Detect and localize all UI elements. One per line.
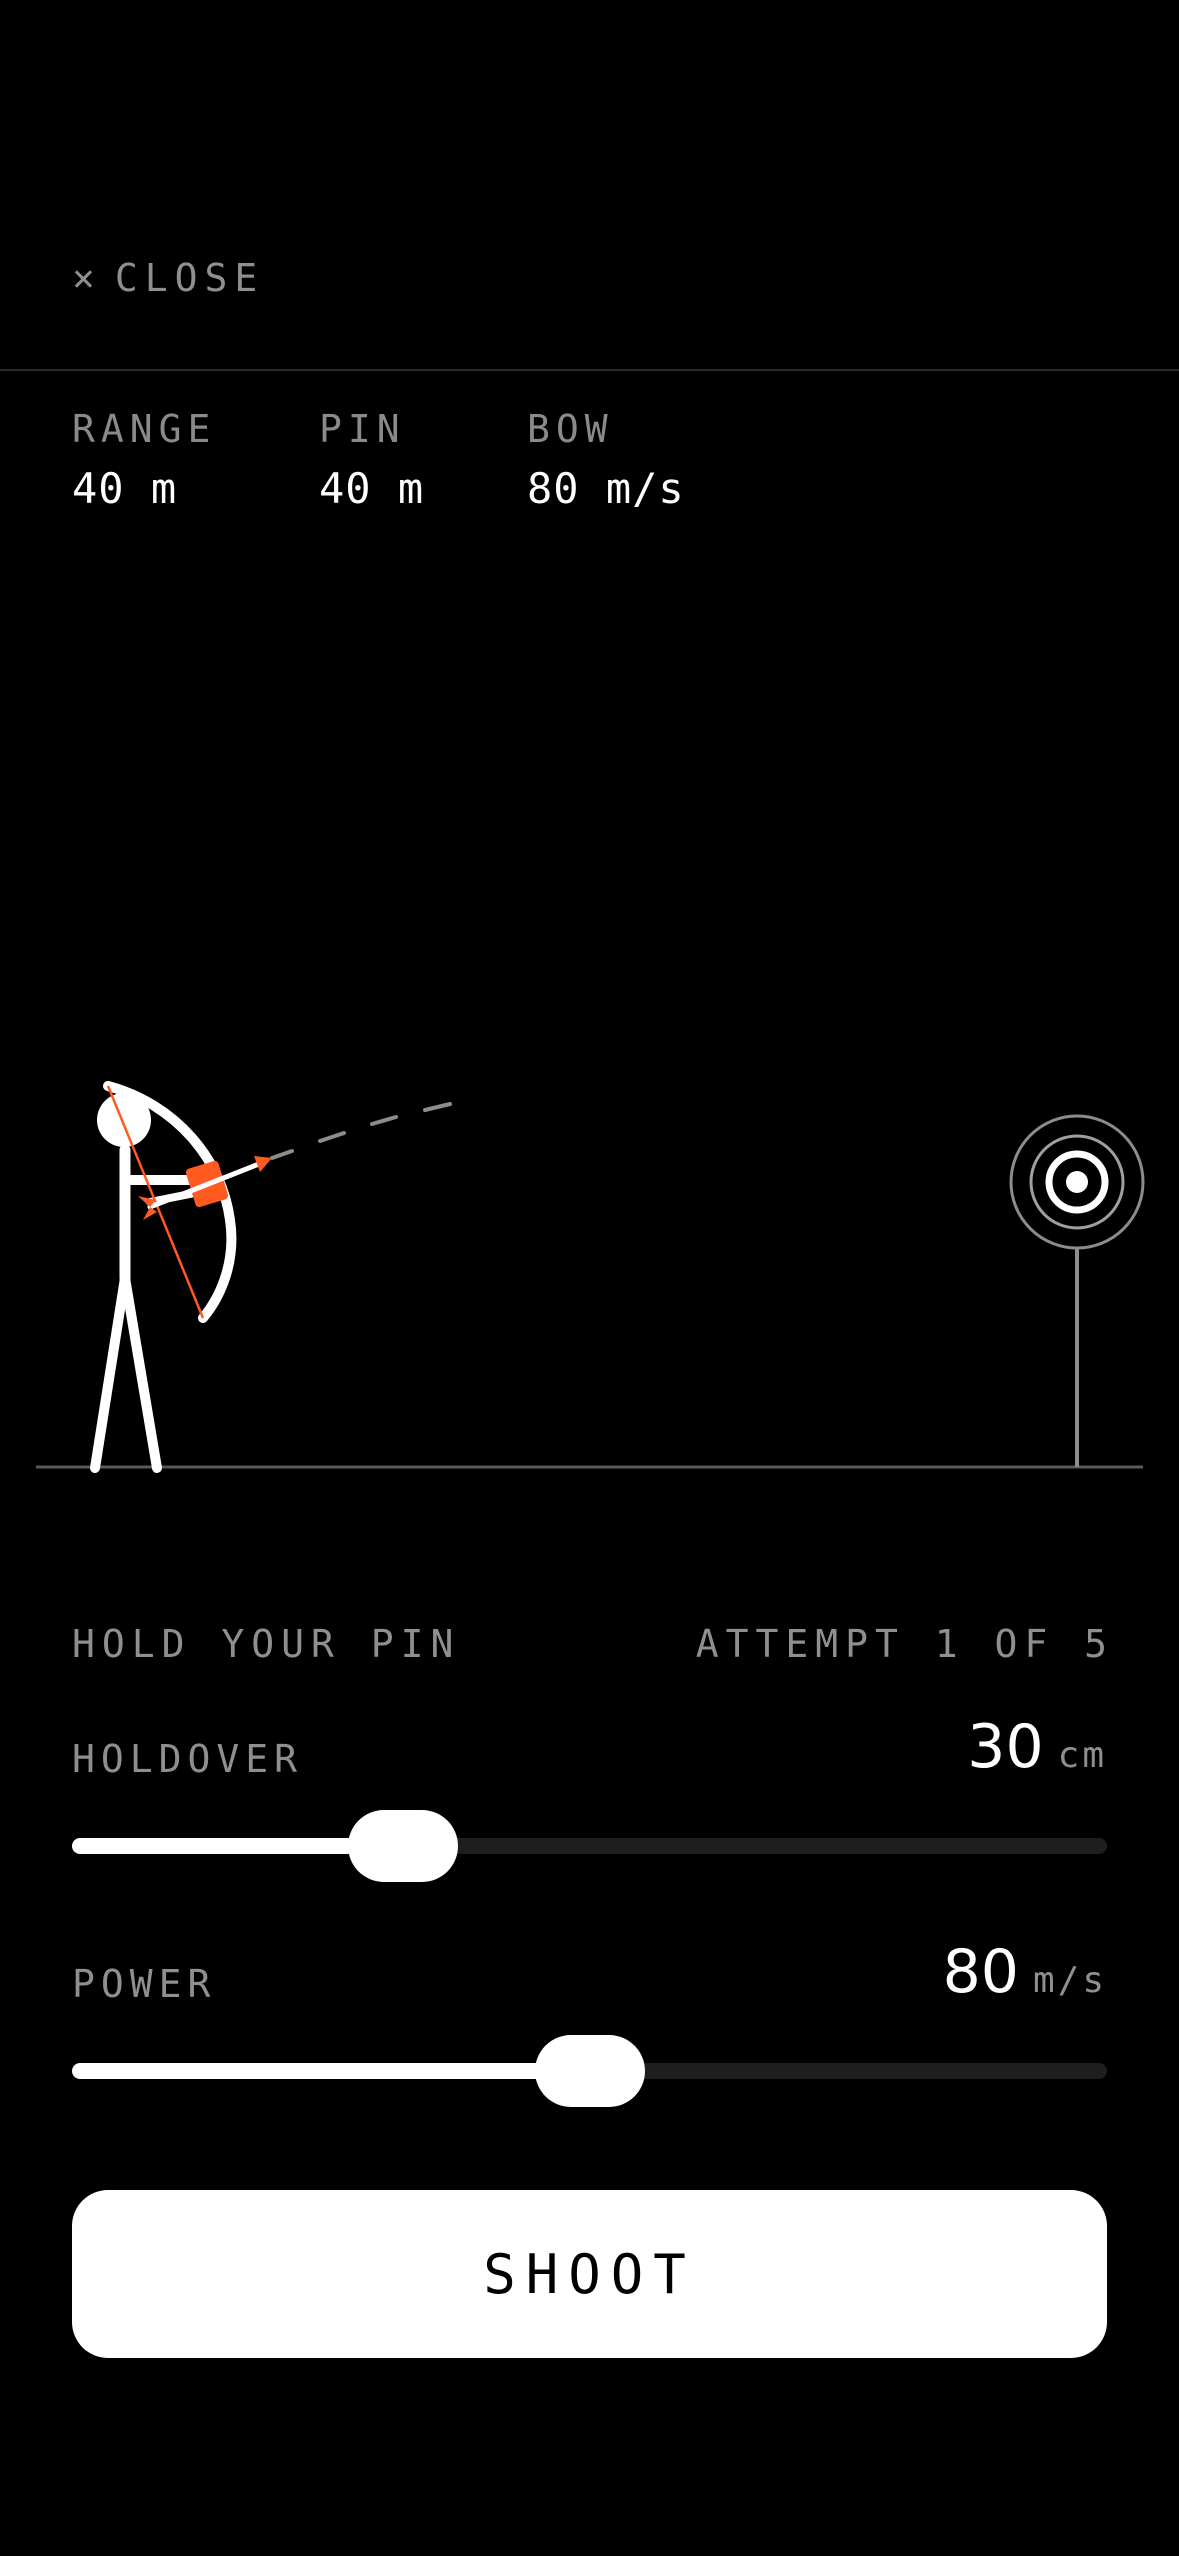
range-value: 40 m bbox=[72, 464, 178, 513]
power-value: 80 bbox=[942, 1937, 1019, 2007]
holdover-readout: 30 cm bbox=[967, 1712, 1107, 1782]
close-button[interactable]: × CLOSE bbox=[72, 250, 264, 306]
holdover-value: 30 bbox=[967, 1712, 1044, 1782]
pin-value: 40 m bbox=[319, 464, 425, 513]
holdover-slider-thumb[interactable] bbox=[348, 1810, 459, 1882]
target-icon bbox=[1009, 1114, 1145, 1467]
power-slider-thumb[interactable] bbox=[534, 2035, 645, 2107]
range-label: RANGE bbox=[72, 407, 217, 451]
close-label: CLOSE bbox=[114, 256, 265, 300]
bow-value: 80 m/s bbox=[527, 464, 685, 513]
bow-stat: BOW 80 m/s bbox=[527, 405, 685, 519]
holdover-slider[interactable] bbox=[72, 1810, 1107, 1882]
power-unit: m/s bbox=[1032, 1960, 1107, 2001]
holdover-unit: cm bbox=[1057, 1735, 1107, 1776]
close-icon: × bbox=[72, 256, 95, 300]
instruction-text: HOLD YOUR PIN bbox=[72, 1622, 461, 1666]
range-stat: RANGE 40 m bbox=[72, 405, 216, 519]
power-readout: 80 m/s bbox=[943, 1937, 1107, 2007]
aim-trajectory bbox=[270, 1102, 452, 1160]
archery-scene bbox=[36, 1081, 1145, 1473]
pin-label: PIN bbox=[319, 407, 406, 451]
attempt-counter: ATTEMPT 1 OF 5 bbox=[695, 1622, 1114, 1666]
power-slider[interactable] bbox=[72, 2035, 1107, 2107]
pin-stat: PIN 40 m bbox=[319, 405, 424, 519]
bow-label: BOW bbox=[527, 407, 614, 451]
header-divider bbox=[0, 369, 1179, 371]
power-label: POWER bbox=[72, 1962, 217, 2006]
archer-figure bbox=[90, 1093, 214, 1473]
shoot-button[interactable]: SHOOT bbox=[72, 2190, 1107, 2358]
power-slider-fill bbox=[72, 2063, 590, 2079]
holdover-label: HOLDOVER bbox=[72, 1737, 304, 1781]
